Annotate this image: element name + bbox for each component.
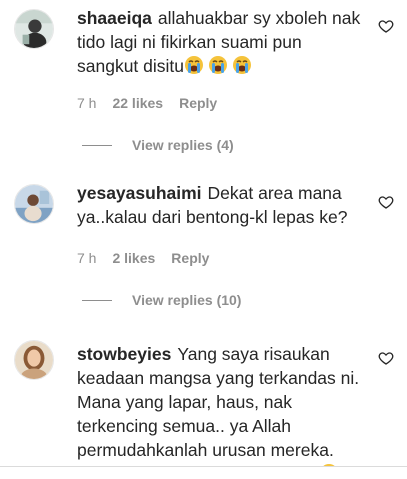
divider-line bbox=[82, 299, 112, 301]
username[interactable]: stowbeyies bbox=[77, 344, 171, 364]
heart-outline-icon[interactable] bbox=[378, 194, 394, 210]
username[interactable]: shaaeiqa bbox=[77, 8, 152, 28]
divider-line bbox=[82, 144, 112, 146]
timestamp[interactable]: 7 h bbox=[77, 250, 96, 266]
heart-outline-icon[interactable] bbox=[378, 350, 394, 366]
comment-body: shaaeiqa allahuakbar sy xboleh nak tido l… bbox=[77, 6, 362, 78]
divider bbox=[0, 466, 407, 467]
loudly-crying-face-emoji bbox=[208, 55, 228, 75]
likes-count[interactable]: 22 likes bbox=[112, 95, 163, 111]
loudly-crying-face-emoji bbox=[184, 55, 204, 75]
view-replies-button[interactable]: View replies (4) bbox=[82, 137, 234, 153]
comment-body: yesayasuhaimi Dekat area mana ya..kalau d… bbox=[77, 181, 362, 229]
heart-outline-icon[interactable] bbox=[378, 18, 394, 34]
loudly-crying-face-emoji bbox=[232, 55, 252, 75]
likes-count[interactable]: 2 likes bbox=[112, 250, 155, 266]
avatar[interactable] bbox=[14, 184, 54, 224]
comment-item: stowbeyies Yang saya risaukan keadaan man… bbox=[0, 340, 407, 466]
comment-meta: 7 h 2 likes Reply bbox=[77, 250, 225, 266]
timestamp[interactable]: 7 h bbox=[77, 95, 96, 111]
comment-meta: 7 h 22 likes Reply bbox=[77, 95, 233, 111]
view-replies-label: View replies (4) bbox=[132, 137, 234, 153]
reply-button[interactable]: Reply bbox=[171, 250, 209, 266]
avatar[interactable] bbox=[14, 9, 54, 49]
username[interactable]: yesayasuhaimi bbox=[77, 183, 202, 203]
reply-button[interactable]: Reply bbox=[179, 95, 217, 111]
comment-body: stowbeyies Yang saya risaukan keadaan man… bbox=[77, 342, 362, 466]
avatar[interactable] bbox=[14, 340, 54, 380]
view-replies-button[interactable]: View replies (10) bbox=[82, 292, 241, 308]
view-replies-label: View replies (10) bbox=[132, 292, 242, 308]
